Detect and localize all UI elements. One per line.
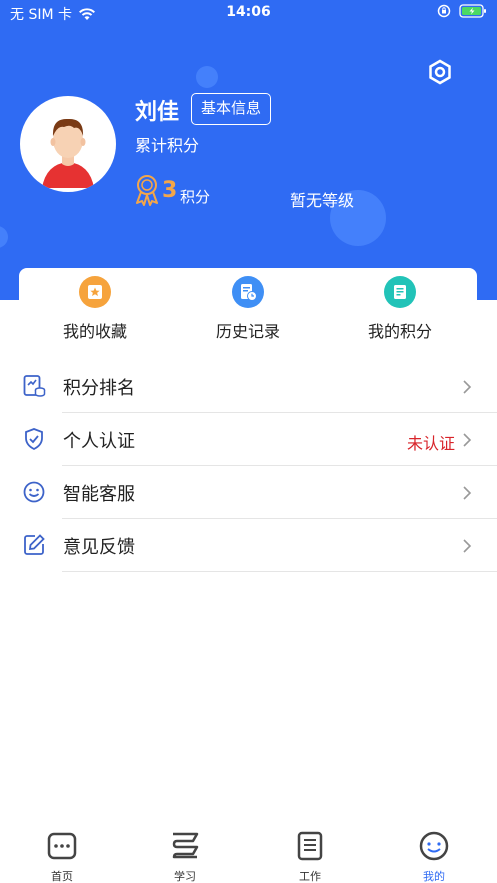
menu-item-label: 意见反馈 bbox=[63, 537, 135, 558]
history-button[interactable]: 历史记录 bbox=[188, 276, 308, 342]
chevron-right-icon bbox=[463, 486, 472, 500]
profile-header: 无 SIM 卡 14:06 刘佳 基本信息 累计积分 3 积分 暂无等级 bbox=[0, 0, 497, 300]
menu-item-label: 积分排名 bbox=[63, 378, 135, 399]
menu-item-label: 个人认证 bbox=[63, 431, 135, 452]
work-icon bbox=[297, 831, 323, 861]
chevron-right-icon bbox=[463, 433, 472, 447]
orientation-lock-icon bbox=[437, 4, 451, 18]
clock: 14:06 bbox=[226, 4, 271, 20]
quick-action-label: 历史记录 bbox=[215, 322, 280, 341]
history-icon bbox=[232, 276, 264, 308]
tab-label: 学习 bbox=[174, 870, 196, 883]
basic-info-button[interactable]: 基本信息 bbox=[191, 93, 271, 125]
feedback-icon bbox=[24, 534, 45, 555]
level-label: 暂无等级 bbox=[290, 191, 355, 210]
medal-icon bbox=[136, 175, 158, 206]
settings-icon[interactable] bbox=[426, 58, 454, 86]
decor-bubble bbox=[196, 66, 218, 88]
shield-icon bbox=[25, 428, 43, 451]
tab-work[interactable]: 工作 bbox=[270, 830, 350, 883]
menu-item-feedback[interactable]: 意见反馈 bbox=[0, 519, 497, 572]
chevron-right-icon bbox=[463, 380, 472, 394]
battery-icon bbox=[459, 4, 486, 18]
tab-bar: 首页 学习 工作 我的 bbox=[0, 826, 497, 883]
menu-item-label: 智能客服 bbox=[63, 484, 135, 505]
menu-list: 积分排名 个人认证 未认证 智能客服 意见反馈 bbox=[0, 360, 497, 572]
tab-study[interactable]: 学习 bbox=[145, 830, 225, 883]
tab-home[interactable]: 首页 bbox=[22, 830, 102, 883]
divider bbox=[62, 571, 497, 572]
points-value: 3 bbox=[162, 178, 178, 203]
decor-bubble bbox=[0, 226, 8, 248]
ranking-icon bbox=[23, 375, 46, 397]
avatar[interactable] bbox=[20, 96, 116, 192]
status-bar: 无 SIM 卡 14:06 bbox=[0, 0, 497, 26]
points-unit: 积分 bbox=[180, 188, 211, 206]
user-avatar-icon bbox=[42, 118, 94, 188]
points-icon bbox=[384, 276, 416, 308]
tab-label: 首页 bbox=[51, 870, 73, 883]
cumulative-points-label: 累计积分 bbox=[135, 136, 200, 155]
menu-item-points-ranking[interactable]: 积分排名 bbox=[0, 360, 497, 413]
profile-icon bbox=[419, 831, 449, 861]
user-name: 刘佳 bbox=[135, 100, 180, 125]
study-icon bbox=[172, 832, 199, 859]
tab-label: 工作 bbox=[299, 870, 321, 883]
tab-mine[interactable]: 我的 bbox=[394, 830, 474, 883]
service-icon bbox=[23, 481, 45, 503]
quick-action-label: 我的收藏 bbox=[62, 322, 127, 341]
verification-status: 未认证 bbox=[406, 434, 455, 453]
star-icon bbox=[79, 276, 111, 308]
home-icon bbox=[47, 832, 77, 860]
my-points-button[interactable]: 我的积分 bbox=[340, 276, 460, 342]
quick-actions-card: 我的收藏 历史记录 我的积分 bbox=[19, 268, 477, 346]
quick-action-label: 我的积分 bbox=[367, 322, 432, 341]
tab-label: 我的 bbox=[423, 870, 445, 883]
my-favorites-button[interactable]: 我的收藏 bbox=[35, 276, 155, 342]
menu-item-smart-service[interactable]: 智能客服 bbox=[0, 466, 497, 519]
chevron-right-icon bbox=[463, 539, 472, 553]
menu-item-personal-verification[interactable]: 个人认证 未认证 bbox=[0, 413, 497, 466]
